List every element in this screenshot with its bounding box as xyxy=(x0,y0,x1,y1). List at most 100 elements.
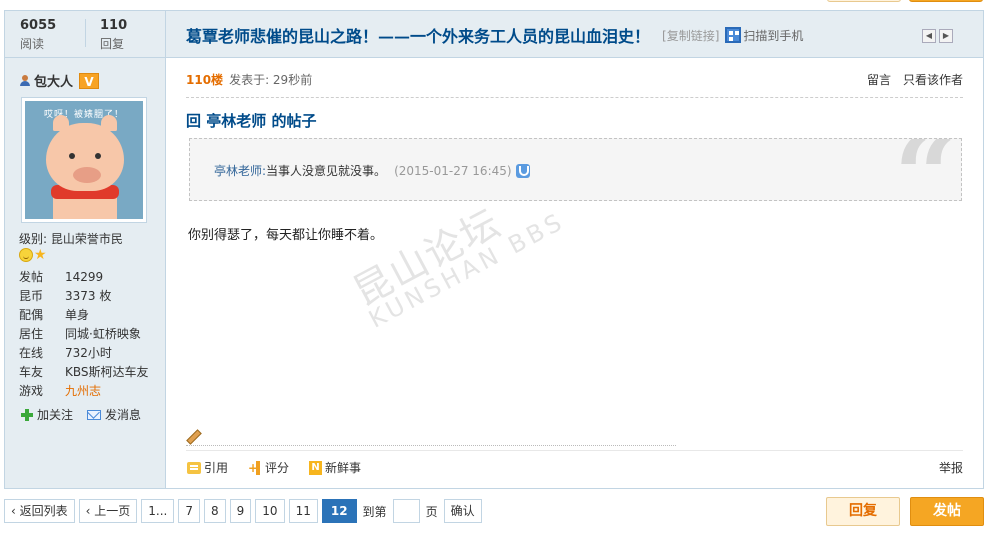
profile-key: 配偶 xyxy=(19,308,44,322)
prev-page-label: 上一页 xyxy=(94,504,131,518)
thread-title[interactable]: 葛覃老师悲催的昆山之路！——一个外来务工人员的昆山血泪史！ xyxy=(186,23,650,47)
quote-label: 引用 xyxy=(204,461,229,475)
scan-to-phone-link[interactable]: 扫描到手机 xyxy=(725,27,803,44)
message-button[interactable]: 发消息 xyxy=(87,406,141,423)
verified-badge: V xyxy=(79,72,100,89)
page-link[interactable]: 7 xyxy=(178,499,200,523)
profile-key: 昆币 xyxy=(19,289,44,303)
smile-icon xyxy=(19,248,33,262)
actions-divider xyxy=(186,450,963,451)
prev-thread-icon[interactable]: ◀ xyxy=(922,29,936,43)
thread-stats: 6055 阅读 110 回复 xyxy=(5,11,166,57)
quote-block: “ 亭林老师: 当事人没意见就没事。 (2015-01-27 16:45) xyxy=(189,138,962,201)
jump-to-quote-icon[interactable] xyxy=(515,163,530,178)
profile-row: 在线 732小时 xyxy=(19,344,149,363)
current-page: 12 xyxy=(321,499,357,523)
profile-value[interactable]: KBS斯柯达车友 xyxy=(65,363,149,382)
pencil-icon xyxy=(186,430,200,444)
qr-code-icon xyxy=(725,27,742,43)
new-button[interactable]: N 新鲜事 xyxy=(309,459,361,476)
post-container: 6055 阅读 110 回复 葛覃老师悲催的昆山之路！——一个外来务工人员的昆山… xyxy=(4,10,984,489)
avatar-caption: 哎呀！被婊胭了！ xyxy=(43,110,124,120)
rate-button[interactable]: 评分 xyxy=(248,459,289,476)
post-content: 110楼 发表于: 29秒前 留言 只看该作者 回 亭林老师 的帖子 “ 亭林老… xyxy=(167,58,983,488)
thread-nav: ◀ ▶ xyxy=(922,29,953,43)
post-body: 你别得瑟了，每天都让你睡不着。 xyxy=(188,228,384,243)
next-thread-icon[interactable]: ▶ xyxy=(939,29,953,43)
pig-eye-left xyxy=(69,153,75,159)
username-row: 包大人 V xyxy=(19,71,100,90)
back-to-list-label: 返回列表 xyxy=(19,504,68,518)
pig-eye-right xyxy=(95,153,101,159)
thread-title-area: 葛覃老师悲催的昆山之路！——一个外来务工人员的昆山血泪史！ [复制链接] 扫描到… xyxy=(186,23,803,47)
profile-key: 居住 xyxy=(19,327,44,341)
follow-label: 加关注 xyxy=(37,408,74,422)
profile-value: 单身 xyxy=(65,308,90,322)
profile-row: 配偶 单身 xyxy=(19,306,149,325)
watermark-latin: KUNSHAN BBS xyxy=(364,206,570,334)
quote-text: 亭林老师: 当事人没意见就没事。 (2015-01-27 16:45) xyxy=(214,162,530,179)
top-reply-button-edge[interactable] xyxy=(827,0,901,2)
page-number-input[interactable] xyxy=(392,499,420,523)
floor-number: 110楼 xyxy=(186,73,224,87)
confirm-page-button[interactable]: 确认 xyxy=(443,499,482,523)
profile-key: 发帖 xyxy=(19,270,44,284)
profile-value: 同城·虹桥映象 xyxy=(65,327,141,341)
profile-row: 昆币 3373 枚 xyxy=(19,287,149,306)
page-first[interactable]: 1... xyxy=(141,499,175,523)
avatar[interactable]: 哎呀！被婊胭了！ xyxy=(21,97,147,223)
star-icon: ★ xyxy=(34,247,47,263)
new-icon: N xyxy=(309,460,323,475)
post-actions: 引用 评分 N 新鲜事 xyxy=(187,459,361,476)
profile-row: 游戏 九州志 xyxy=(19,382,149,401)
replies-stat: 110 回复 xyxy=(100,18,127,52)
posted-time: 发表于: 29秒前 xyxy=(229,73,313,87)
quote-button[interactable]: 引用 xyxy=(187,459,228,476)
quote-content: 当事人没意见就没事。 xyxy=(266,164,387,178)
post-meta: 110楼 发表于: 29秒前 xyxy=(186,71,312,88)
page-unit-label: 页 xyxy=(425,504,438,519)
leave-message-link[interactable]: 留言 xyxy=(867,71,891,88)
only-author-link[interactable]: 只看该作者 xyxy=(903,71,963,88)
mail-icon xyxy=(87,409,102,420)
views-label: 阅读 xyxy=(20,37,45,51)
views-stat: 6055 阅读 xyxy=(20,18,56,52)
plus-icon xyxy=(21,408,33,421)
reply-title: 回 亭林老师 的帖子 xyxy=(186,112,317,130)
user-sidebar: 包大人 V 哎呀！被婊胭了！ 级别: 昆山荣誉市民 ★ 发帖 14299 昆币 … xyxy=(5,58,166,488)
prev-page-button[interactable]: ‹ 上一页 xyxy=(78,499,138,523)
quote-icon xyxy=(187,461,201,474)
profile-row: 发帖 14299 xyxy=(19,268,149,287)
top-button-edges xyxy=(827,0,983,2)
page-link[interactable]: 8 xyxy=(204,499,226,523)
meta-divider xyxy=(186,97,963,98)
user-actions: 加关注 发消息 xyxy=(21,406,141,423)
quote-author[interactable]: 亭林老师: xyxy=(214,162,266,179)
top-post-button-edge[interactable] xyxy=(909,0,983,2)
views-count: 6055 xyxy=(20,18,57,33)
follow-button[interactable]: 加关注 xyxy=(21,406,73,423)
profile-row: 车友 KBS斯柯达车友 xyxy=(19,363,149,382)
user-icon xyxy=(19,74,30,87)
page-link[interactable]: 10 xyxy=(255,499,285,523)
report-link[interactable]: 举报 xyxy=(939,459,963,476)
user-level: 级别: 昆山荣誉市民 xyxy=(19,232,123,246)
thread-header: 6055 阅读 110 回复 葛覃老师悲催的昆山之路！——一个外来务工人员的昆山… xyxy=(5,11,983,58)
page-link[interactable]: 11 xyxy=(288,499,318,523)
quote-mark-icon: “ xyxy=(894,139,957,200)
copy-link[interactable]: [复制链接] xyxy=(662,27,719,44)
pagination: ‹ 返回列表 ‹ 上一页 1... 7 8 9 10 11 12 到第 页 确认 xyxy=(4,499,482,523)
scan-to-phone-label: 扫描到手机 xyxy=(743,28,804,43)
reply-button[interactable]: 回复 xyxy=(826,497,900,526)
new-post-button[interactable]: 发帖 xyxy=(910,497,984,526)
profile-value-game[interactable]: 九州志 xyxy=(65,382,101,401)
level-icons: ★ xyxy=(19,248,47,262)
post-meta-actions: 留言 只看该作者 xyxy=(867,71,963,88)
page-link[interactable]: 9 xyxy=(229,499,252,523)
username[interactable]: 包大人 xyxy=(34,71,73,90)
avatar-image: 哎呀！被婊胭了！ xyxy=(25,101,143,219)
signature-line xyxy=(186,430,676,446)
new-label: 新鲜事 xyxy=(325,461,362,475)
rate-icon xyxy=(248,460,262,475)
back-to-list-button[interactable]: ‹ 返回列表 xyxy=(4,499,75,523)
